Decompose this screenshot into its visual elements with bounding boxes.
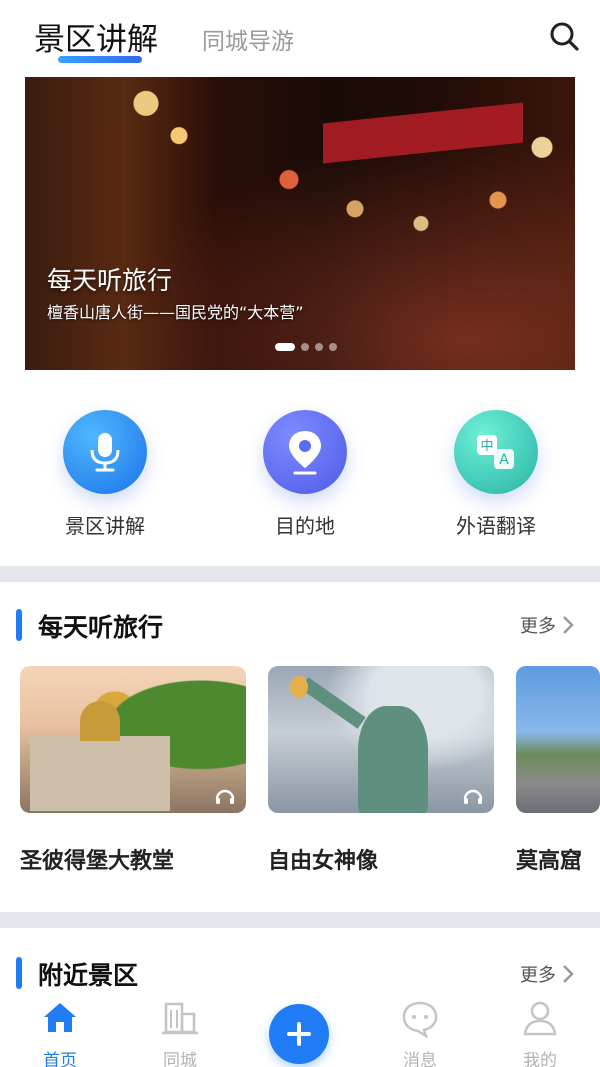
search-button[interactable] (546, 18, 582, 54)
card-mogao-caves[interactable]: 莫高窟 (516, 666, 600, 875)
banner-pagination (275, 343, 337, 351)
quick-action-label: 目的地 (275, 514, 335, 538)
translate-icon: 中 A (454, 410, 538, 494)
scenery-shape (516, 666, 600, 813)
section-accent-bar (16, 609, 22, 641)
torch-shape (290, 676, 308, 698)
card-image (516, 666, 600, 813)
more-label: 更多 (520, 616, 556, 637)
card-statue-of-liberty[interactable]: 自由女神像 (268, 666, 494, 875)
home-icon (44, 1003, 76, 1032)
nav-label: 消息 (403, 1051, 437, 1067)
headphones-icon (215, 789, 235, 804)
pagination-dot[interactable] (301, 343, 309, 351)
building-shape (30, 736, 170, 811)
nav-label: 首页 (43, 1051, 77, 1067)
card-image (268, 666, 494, 813)
more-link-daily[interactable]: 更多 (520, 612, 574, 638)
statue-arm-shape (300, 677, 366, 729)
svg-text:A: A (499, 452, 509, 468)
chat-bubble-icon (402, 1001, 438, 1039)
add-button[interactable] (269, 1004, 329, 1064)
card-title: 圣彼得堡大教堂 (20, 849, 175, 874)
location-pin-icon (263, 410, 347, 494)
nav-home[interactable]: 首页 (20, 998, 100, 1067)
top-bar: 景区讲解 同城导游 (0, 0, 600, 70)
card-st-isaacs[interactable]: 圣彼得堡大教堂 (20, 666, 246, 875)
card-title: 莫高窟 (516, 849, 583, 874)
chevron-right-icon (563, 965, 574, 983)
pagination-dot[interactable] (329, 343, 337, 351)
banner-subtitle: 檀香山唐人街——国民党的“大本营” (47, 303, 304, 322)
quick-action-label: 景区讲解 (65, 514, 145, 538)
section-title-daily: 每天听旅行 (38, 613, 164, 642)
headphones-icon (463, 789, 483, 804)
chevron-right-icon (563, 616, 574, 634)
nav-label: 同城 (163, 1051, 197, 1067)
tab-local-guide[interactable]: 同城导游 (202, 22, 294, 56)
card-title: 自由女神像 (268, 849, 379, 874)
more-label: 更多 (520, 965, 556, 986)
quick-action-scenic-guide[interactable]: 景区讲解 (25, 410, 185, 539)
nav-label: 我的 (523, 1051, 557, 1067)
card-image (20, 666, 246, 813)
nav-profile[interactable]: 我的 (500, 998, 580, 1067)
section-divider (0, 566, 600, 582)
active-tab-indicator (58, 56, 142, 63)
pagination-dot[interactable] (315, 343, 323, 351)
pagination-dot[interactable] (275, 343, 295, 351)
statue-shape (358, 706, 428, 813)
microphone-icon (63, 410, 147, 494)
plus-icon (287, 1022, 311, 1046)
more-link-nearby[interactable]: 更多 (520, 961, 574, 987)
quick-action-destination[interactable]: 目的地 (225, 410, 385, 539)
quick-action-translate[interactable]: 中 A 外语翻译 (416, 410, 576, 539)
city-building-icon (162, 1002, 198, 1035)
section-accent-bar (16, 957, 22, 989)
banner-title: 每天听旅行 (47, 266, 173, 295)
svg-text:中: 中 (480, 439, 493, 454)
nav-messages[interactable]: 消息 (380, 998, 460, 1067)
tab-scenic-guide[interactable]: 景区讲解 (34, 14, 158, 59)
section-divider (0, 912, 600, 928)
section-title-nearby: 附近景区 (38, 961, 139, 990)
hero-banner[interactable]: 每天听旅行 檀香山唐人街——国民党的“大本营” (25, 77, 575, 370)
user-icon (523, 1001, 557, 1036)
banner-decoration (323, 102, 523, 164)
quick-action-label: 外语翻译 (456, 514, 536, 538)
nav-city[interactable]: 同城 (140, 998, 220, 1067)
dome-shape (80, 701, 120, 741)
search-icon (550, 22, 579, 51)
